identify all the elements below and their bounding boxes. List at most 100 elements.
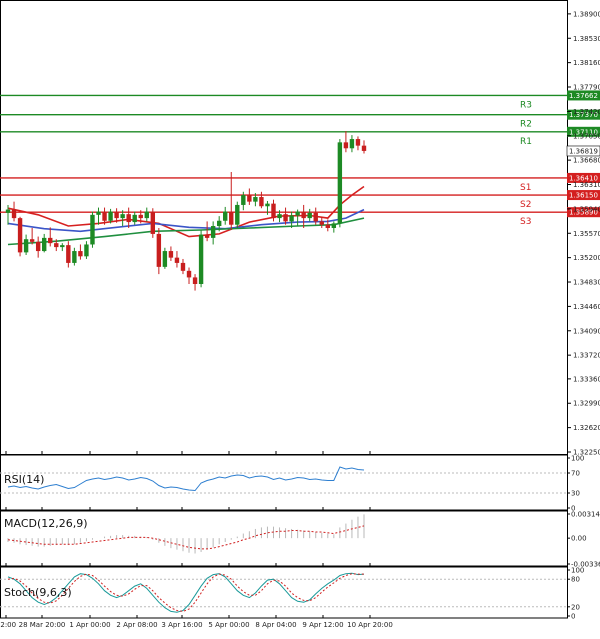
- candle-body: [132, 214, 137, 223]
- candle-body: [60, 245, 65, 248]
- candle-body: [54, 243, 59, 248]
- candle-body: [144, 211, 149, 219]
- candle-body: [259, 197, 264, 207]
- y-tick-label: 1.38900: [573, 10, 600, 18]
- x-tick-label: 1 Apr 00:00: [69, 621, 110, 629]
- macd-label: MACD(12,26,9): [4, 517, 88, 530]
- stoch-tick-label: 80: [571, 576, 580, 584]
- candle-body: [90, 214, 95, 245]
- candle-body: [337, 142, 343, 224]
- candle-body: [343, 142, 349, 149]
- candle-body: [313, 212, 318, 222]
- y-tick-label: 1.38530: [573, 35, 600, 43]
- candle-body: [168, 251, 174, 258]
- candle-body: [349, 139, 355, 149]
- x-tick-label: 10 Apr 20:00: [347, 621, 393, 629]
- candle-body: [5, 209, 11, 213]
- candle-body: [331, 223, 337, 228]
- candle-body: [216, 220, 222, 227]
- candle-body: [23, 239, 29, 253]
- macd-tick-label: 0.00: [571, 535, 587, 543]
- candle-body: [102, 211, 107, 221]
- candle-body: [271, 203, 276, 219]
- y-tick-label: 1.38160: [573, 59, 600, 67]
- macd-tick-label: 0.003147: [571, 511, 600, 519]
- candle-body: [289, 215, 294, 222]
- level-name-label: S1: [520, 183, 531, 193]
- y-tick-label: 1.32990: [573, 400, 600, 408]
- level-name-label: R3: [520, 100, 532, 110]
- price-axis: 1.38900 1.38530 1.38160 1.37790 1.37420 1.370…: [567, 10, 600, 457]
- candle-body: [223, 211, 228, 221]
- candle-body: [325, 224, 330, 228]
- x-tick-label: 9 Apr 12:00: [302, 621, 343, 629]
- x-tick-label: 8 Apr 04:00: [255, 621, 296, 629]
- candle-body: [29, 239, 35, 242]
- level-name-label: S3: [520, 217, 531, 227]
- candle-body: [162, 251, 168, 267]
- level-price-label: 1.36150: [569, 192, 598, 200]
- candle-body: [150, 211, 156, 234]
- candle-body: [126, 214, 131, 223]
- candle-body: [307, 212, 312, 219]
- y-tick-label: 1.35570: [573, 230, 600, 238]
- candle-body: [301, 211, 306, 219]
- stoch-label: Stoch(9,6,3): [4, 586, 72, 599]
- candle-body: [198, 234, 204, 284]
- rsi-panel: [0, 454, 568, 511]
- y-tick-label: 1.33720: [573, 352, 600, 360]
- x-tick-label: 3 Apr 16:00: [161, 621, 202, 629]
- level-name-label: R2: [520, 120, 532, 130]
- candle-body: [229, 211, 234, 225]
- y-tick-label: 1.34830: [573, 279, 600, 287]
- y-tick-label: 1.36310: [573, 181, 600, 189]
- candle-body: [180, 262, 186, 271]
- stoch-tick-label: 20: [571, 603, 580, 611]
- x-tick-label: 5 Apr 00:00: [208, 621, 249, 629]
- candle-body: [78, 251, 83, 257]
- candle-body: [156, 233, 162, 267]
- x-tick-label: 12:00: [0, 621, 16, 629]
- rsi-tick-label: 30: [571, 490, 580, 498]
- level-name-label: S2: [520, 200, 531, 210]
- candle-body: [361, 145, 367, 151]
- y-tick-label: 1.32620: [573, 424, 600, 432]
- candle-body: [355, 139, 361, 146]
- forex-chart: 1.37662R31.37370R21.37110R11.36410S11.36…: [0, 0, 600, 629]
- y-tick-label: 1.35940: [573, 205, 600, 213]
- y-tick-label: 1.35200: [573, 254, 600, 262]
- candle-body: [42, 237, 47, 252]
- stoch-tick-label: 100: [571, 567, 584, 575]
- candle-body: [11, 209, 17, 219]
- y-tick-label: 1.37790: [573, 84, 600, 92]
- candle-body: [17, 218, 23, 253]
- candle-body: [174, 257, 180, 263]
- x-tick-label: 2 Apr 08:00: [116, 621, 157, 629]
- level-price-label: 1.37662: [569, 92, 598, 100]
- current-price-label: 1.36819: [569, 147, 598, 155]
- y-tick-label: 1.37050: [573, 132, 600, 140]
- candle-body: [210, 226, 216, 238]
- candle-body: [108, 211, 113, 221]
- main-panel: [0, 0, 568, 455]
- candle-body: [138, 214, 143, 219]
- stoch-tick-label: 0: [571, 613, 575, 621]
- chart-root: 1.37662 R3 1.37370 R2 1.37110 R1 1.36410 S1 1.36…: [0, 0, 600, 635]
- y-tick-label: 1.34090: [573, 327, 600, 335]
- candle-body: [253, 197, 258, 202]
- y-tick-label: 1.37420: [573, 108, 600, 116]
- candle-body: [295, 211, 300, 216]
- candle-body: [66, 245, 71, 263]
- candle-body: [277, 214, 282, 219]
- candle-body: [283, 214, 288, 222]
- rsi-tick-label: 70: [571, 470, 580, 478]
- candle-body: [319, 221, 324, 225]
- y-tick-label: 1.33360: [573, 375, 600, 383]
- candle-body: [48, 237, 53, 244]
- candle-body: [96, 211, 101, 215]
- rsi-label: RSI(14): [4, 473, 44, 486]
- rsi-tick-label: 100: [571, 455, 584, 463]
- candle-body: [241, 195, 246, 205]
- x-tick-label: 28 Mar 20:00: [19, 621, 66, 629]
- candle-body: [120, 214, 125, 219]
